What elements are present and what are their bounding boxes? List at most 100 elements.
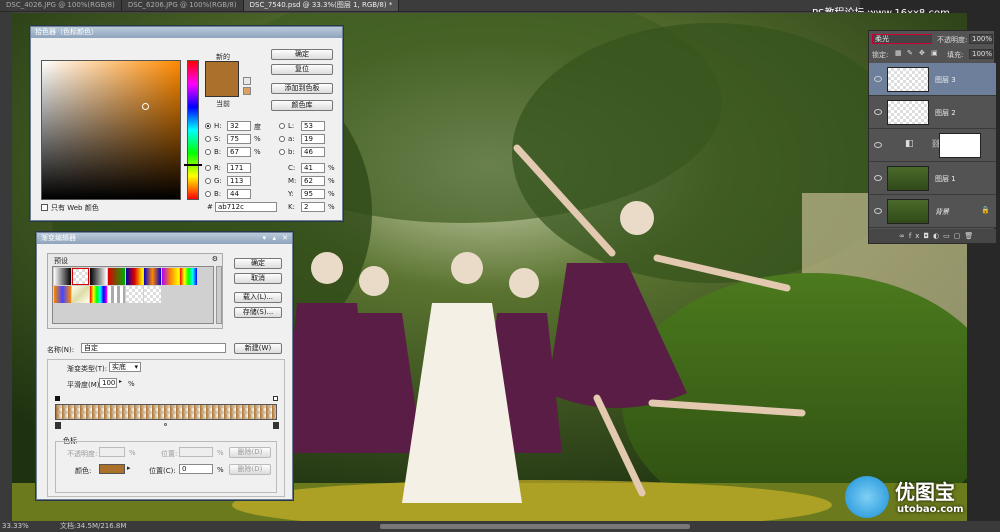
smoothness-field[interactable]: 100 (99, 378, 117, 388)
add-to-swatches-button[interactable]: 添加到色板 (271, 83, 333, 94)
lock-all-icon[interactable]: ▣ (931, 49, 938, 57)
eye-icon[interactable] (874, 175, 882, 181)
midpoint-diamond[interactable] (164, 423, 167, 426)
eye-icon[interactable] (874, 142, 882, 148)
stop-location2-field[interactable]: 0 (179, 464, 213, 474)
a-field[interactable]: 19 (301, 134, 325, 144)
layer-row[interactable]: 背景 🔒 (869, 195, 996, 228)
opacity-field[interactable]: 100% (969, 34, 993, 44)
h-radio[interactable] (205, 123, 211, 129)
preset-swatch[interactable] (144, 268, 161, 285)
zoom-readout[interactable]: 33.33% (2, 521, 29, 532)
link-layers-icon[interactable]: ∞ (899, 232, 909, 240)
layer-mask-thumbnail[interactable] (939, 133, 981, 158)
blend-mode-select[interactable]: 柔光 (872, 34, 932, 44)
h-field[interactable]: 32 (227, 121, 251, 131)
save-button[interactable]: 存储(S)... (234, 307, 282, 318)
a-radio[interactable] (279, 136, 285, 142)
s-field[interactable]: 75 (227, 134, 251, 144)
preset-swatch[interactable] (72, 268, 89, 285)
cancel-button[interactable]: 取消 (234, 273, 282, 284)
lab-b-radio[interactable] (279, 149, 285, 155)
trash-icon[interactable]: 🗑 (964, 232, 977, 240)
preset-swatch[interactable] (180, 268, 197, 285)
opacity-stop-left[interactable] (55, 396, 60, 401)
load-button[interactable]: 载入(L)... (234, 292, 282, 303)
adjustment-new-icon[interactable]: ◐ (933, 232, 943, 240)
new-layer-icon[interactable]: ▢ (954, 232, 965, 240)
folder-icon[interactable]: ▭ (943, 232, 954, 240)
ok-button[interactable]: 确定 (271, 49, 333, 60)
gradient-type-select[interactable]: 实底 ▾ (109, 362, 141, 372)
document-tab-2[interactable]: DSC_6206.JPG @ 100%(RGB/8) (122, 0, 244, 11)
preset-swatch-grid[interactable] (52, 266, 214, 324)
preset-swatch[interactable] (108, 286, 125, 303)
horizontal-scrollbar[interactable] (380, 524, 690, 529)
opacity-stop-right[interactable] (273, 396, 278, 401)
color-stop-left[interactable] (55, 422, 61, 429)
y-field[interactable]: 95 (301, 189, 325, 199)
gamut-warning-icon[interactable] (243, 77, 251, 85)
delete-opacity-stop-button[interactable]: 删除(D) (229, 447, 271, 458)
g-field[interactable]: 113 (227, 176, 251, 186)
g-radio[interactable] (205, 178, 211, 184)
presets-scrollbar[interactable] (216, 266, 222, 324)
close-icon[interactable]: ✕ (282, 233, 288, 244)
b-radio[interactable] (205, 149, 211, 155)
r-radio[interactable] (205, 165, 211, 171)
preset-swatch[interactable] (90, 286, 107, 303)
l-radio[interactable] (279, 123, 285, 129)
saturation-brightness-field[interactable] (41, 60, 181, 200)
preset-swatch[interactable] (126, 286, 143, 303)
color-stop-right[interactable] (273, 422, 279, 429)
preset-swatch[interactable] (72, 286, 89, 303)
layer-row[interactable]: 图层 1 (869, 162, 996, 195)
color-marker[interactable] (142, 103, 149, 110)
preset-swatch[interactable] (90, 268, 107, 285)
blue-radio[interactable] (205, 191, 211, 197)
collapse-icon[interactable]: ▴ (272, 233, 276, 244)
delete-color-stop-button[interactable]: 删除(D) (229, 464, 271, 475)
preset-swatch[interactable] (126, 268, 143, 285)
preset-swatch[interactable] (54, 286, 71, 303)
l-field[interactable]: 53 (301, 121, 325, 131)
name-field[interactable]: 自定 (81, 343, 226, 353)
document-tab-3[interactable]: DSC_7540.psd @ 33.3%(图层 1, RGB/8) * (243, 0, 400, 11)
stop-color-menu-icon[interactable]: ▸ (127, 464, 131, 472)
reset-button[interactable]: 复位 (271, 64, 333, 75)
preset-swatch[interactable] (144, 286, 161, 303)
minimize-icon[interactable]: ▾ (262, 233, 266, 244)
fx-icon[interactable]: fx (909, 232, 924, 240)
adjustment-layer-row[interactable]: ◧ ⛓ (869, 129, 996, 162)
lock-transparency-icon[interactable]: ▦ (895, 49, 902, 57)
smoothness-dropdown-icon[interactable]: ▸ (119, 378, 122, 385)
gradient-preview-bar[interactable] (55, 404, 277, 420)
lock-position-icon[interactable]: ✥ (919, 49, 925, 57)
eye-icon[interactable] (874, 109, 882, 115)
preset-swatch[interactable] (162, 268, 179, 285)
b-field[interactable]: 67 (227, 147, 251, 157)
stop-color-swatch[interactable] (99, 464, 125, 474)
c-field[interactable]: 41 (301, 163, 325, 173)
eye-icon[interactable] (874, 208, 882, 214)
s-radio[interactable] (205, 136, 211, 142)
layer-row[interactable]: 图层 3 (869, 63, 996, 96)
lock-pixels-icon[interactable]: ✎ (907, 49, 913, 57)
preset-swatch[interactable] (108, 268, 125, 285)
fill-field[interactable]: 100% (969, 49, 993, 59)
r-field[interactable]: 171 (227, 163, 251, 173)
web-safe-icon[interactable] (243, 87, 251, 95)
hue-slider-handle[interactable] (184, 164, 202, 166)
k-field[interactable]: 2 (301, 202, 325, 212)
mask-icon[interactable]: ◘ (923, 232, 933, 240)
hue-slider[interactable] (184, 60, 202, 200)
blue-field[interactable]: 44 (227, 189, 251, 199)
new-button[interactable]: 新建(W) (234, 343, 282, 354)
document-tab-1[interactable]: DSC_4026.JPG @ 100%(RGB/8) (0, 0, 122, 11)
m-field[interactable]: 62 (301, 176, 325, 186)
hex-field[interactable]: ab712c (215, 202, 277, 212)
ok-button[interactable]: 确定 (234, 258, 282, 269)
web-only-checkbox[interactable] (41, 204, 48, 211)
layer-row[interactable]: 图层 2 (869, 96, 996, 129)
preset-swatch[interactable] (54, 268, 71, 285)
